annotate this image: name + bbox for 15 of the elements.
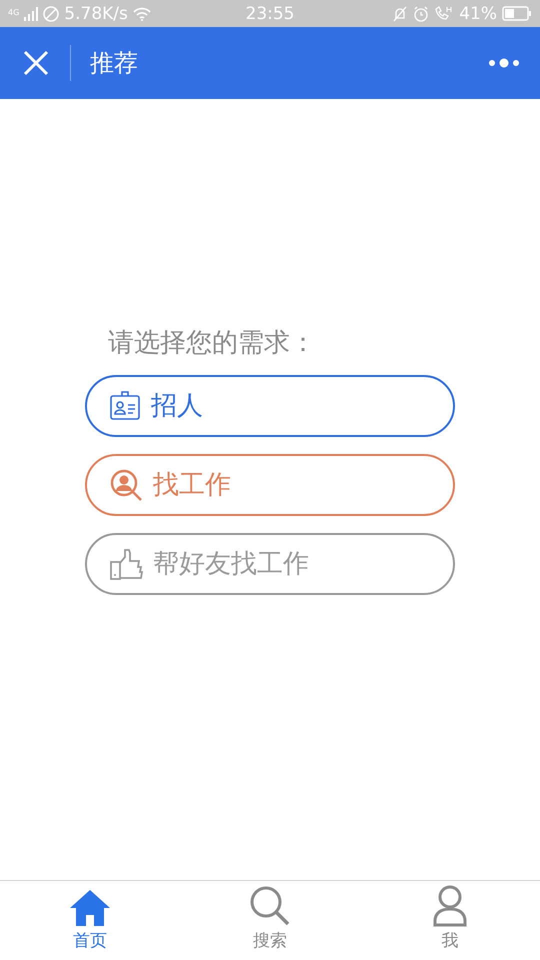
tab[interactable]: 首页 xyxy=(0,881,180,960)
network-type: 4G xyxy=(8,8,20,16)
page-title: 推荐 xyxy=(90,48,139,79)
job-option-button[interactable]: 找工作 xyxy=(85,454,455,516)
recruit-option-button[interactable]: 招人 xyxy=(85,374,455,436)
tab[interactable]: 搜索 xyxy=(180,881,360,960)
friend-option-button[interactable]: 帮好友找工作 xyxy=(85,532,455,594)
option-label: 帮好友找工作 xyxy=(153,548,309,581)
prompt-text: 请选择您的需求： xyxy=(108,326,316,360)
option-label: 招人 xyxy=(151,390,203,423)
tab[interactable]: 我 xyxy=(360,881,540,960)
clock-time: 23:55 xyxy=(246,4,294,24)
network-speed: 5.78K/s xyxy=(64,4,128,24)
option-label: 找工作 xyxy=(153,469,231,502)
battery-percent: 41% xyxy=(459,4,497,24)
